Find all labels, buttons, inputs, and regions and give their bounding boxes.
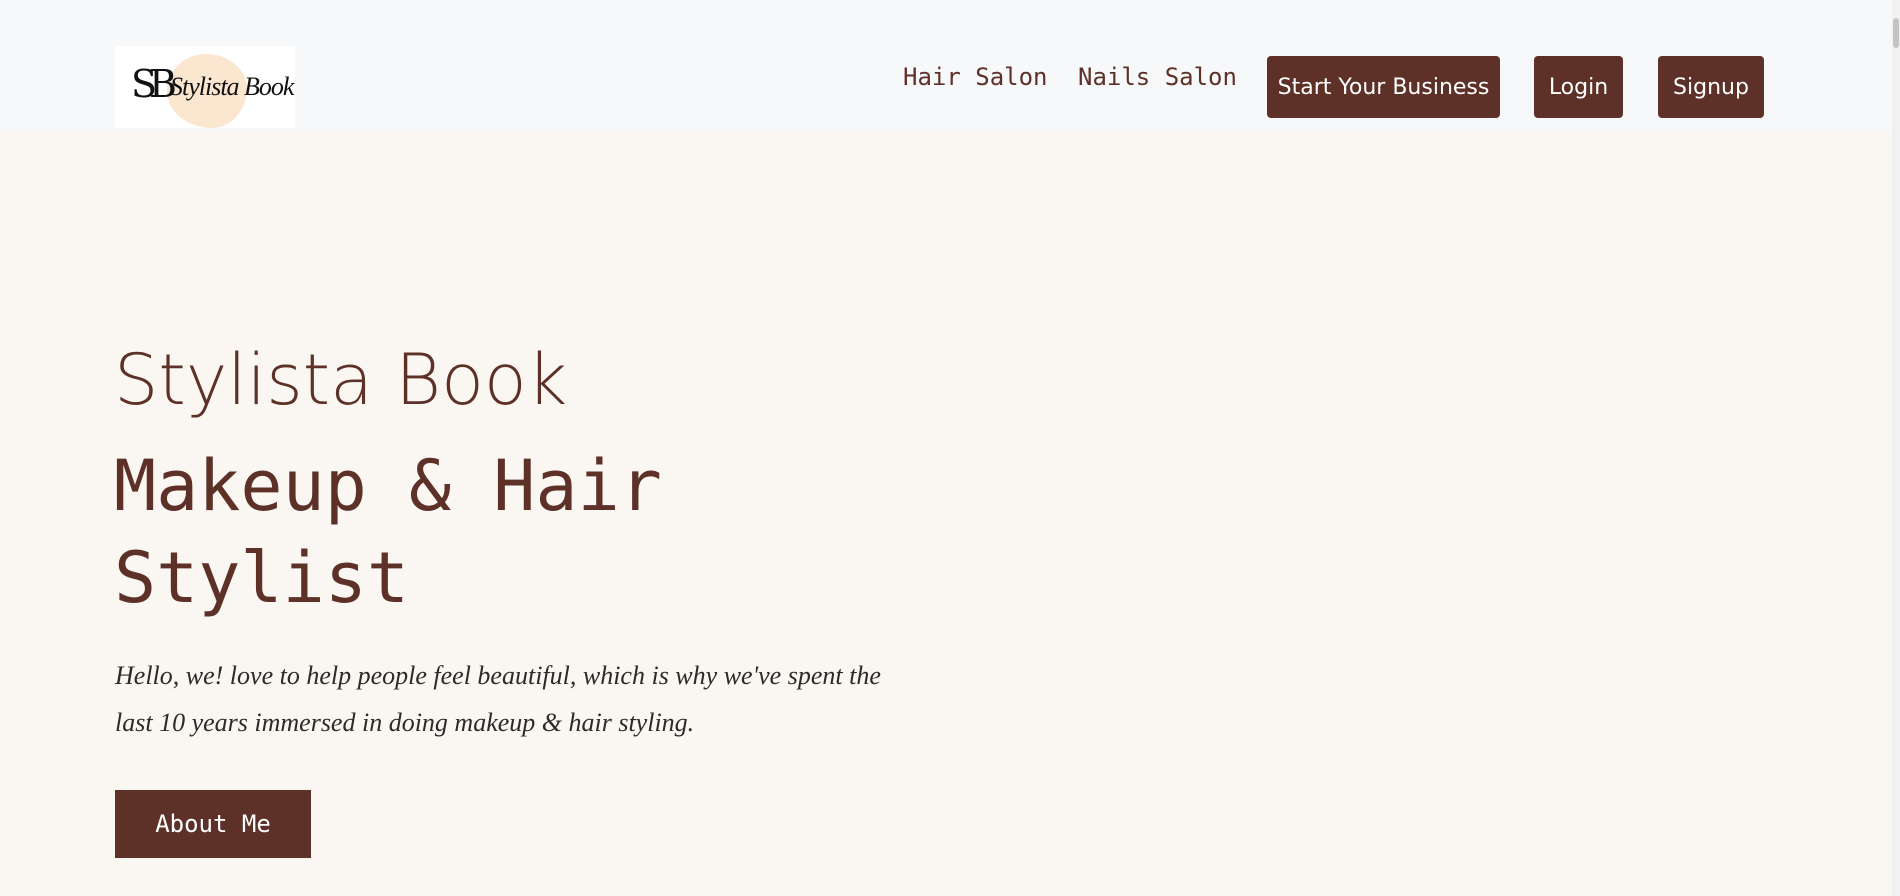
scrollbar-thumb[interactable] — [1893, 18, 1899, 48]
logo-monogram: SB — [131, 62, 177, 106]
hero-brand-heading: Stylista Book — [114, 339, 568, 421]
signup-button[interactable]: Signup — [1658, 56, 1764, 118]
about-me-button[interactable]: About Me — [115, 790, 311, 858]
logo-script-text: Stylista Book — [170, 72, 294, 101]
site-logo[interactable]: SB Stylista Book — [115, 46, 295, 128]
site-header: SB Stylista Book Hair Salon Nails Salon … — [0, 0, 1900, 130]
hero-description: Hello, we! love to help people feel beau… — [115, 661, 881, 737]
nav-link-hair-salon[interactable]: Hair Salon — [903, 63, 1048, 91]
hero-title-line-1: Makeup & Hair — [114, 445, 662, 527]
hero-title: Makeup & Hair Stylist — [114, 440, 814, 624]
hero-title-line-2: Stylist — [114, 537, 410, 619]
page-scrollbar[interactable] — [1892, 0, 1900, 896]
start-business-button[interactable]: Start Your Business — [1267, 56, 1500, 118]
nav-link-nails-salon[interactable]: Nails Salon — [1078, 63, 1237, 91]
login-button[interactable]: Login — [1534, 56, 1623, 118]
